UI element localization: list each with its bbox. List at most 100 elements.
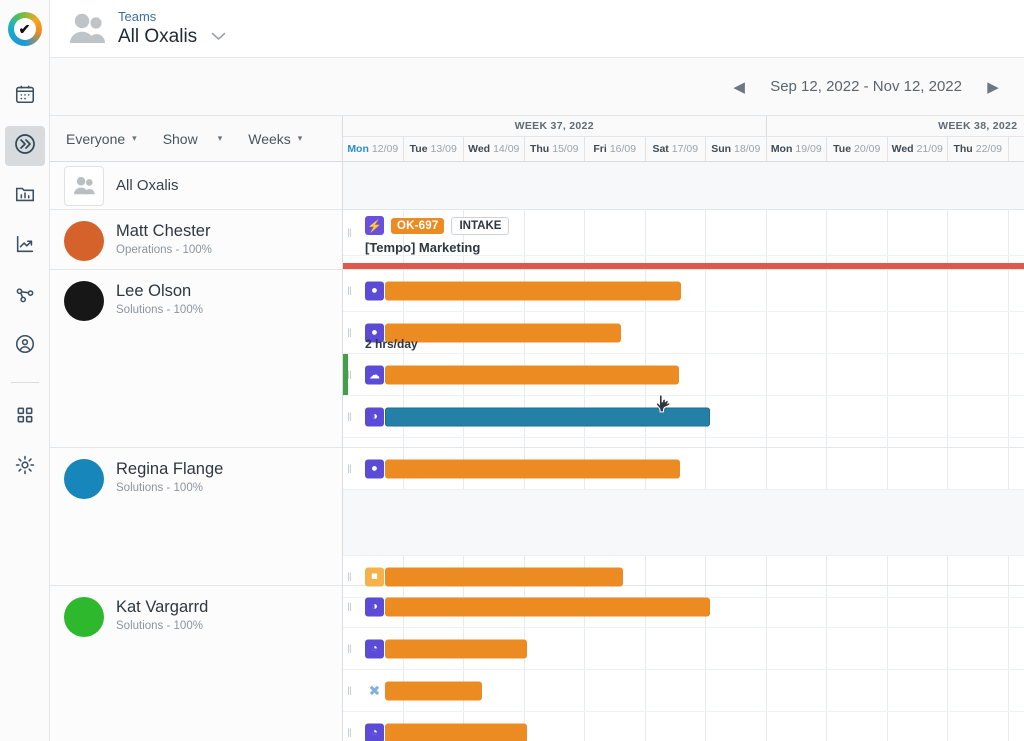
previous-period-button[interactable]: ◀ [726, 74, 752, 100]
task-row[interactable]: ‖ ◔ [343, 712, 1024, 741]
jira-project-icon-icon: ☁ [365, 365, 384, 384]
day-name: Sun [711, 143, 732, 155]
trend-up-icon [14, 233, 36, 260]
planner-body: All Oxalis Matt Chester Operations - 100% L… [50, 162, 1024, 741]
task-row[interactable]: ‖ ✖ [343, 670, 1024, 712]
avatar [64, 281, 104, 321]
day-name: Tue [409, 143, 428, 155]
sidebar-item-apps[interactable] [5, 397, 45, 437]
day-name: Thu [529, 143, 550, 155]
drag-handle-icon[interactable]: ‖ [347, 641, 353, 657]
rail-items [0, 58, 49, 497]
filter-show[interactable]: Show ▾ [163, 131, 223, 147]
next-period-button[interactable]: ▶ [980, 74, 1006, 100]
day-column-header: Fri 16/09 [585, 137, 646, 161]
day-column-header: Thu 15/09 [525, 137, 585, 161]
left-rail: ✔ [0, 0, 50, 741]
timeline-group: ‖ ● ‖ ● 2 hrs/day ‖ ☁ ‖ ◑ [343, 270, 1024, 448]
task-row[interactable]: ‖ ⚡ OK-697 INTAKE [Tempo] Marketing [343, 210, 1024, 256]
day-date: 20/09 [854, 143, 881, 155]
person-info: All Oxalis [116, 175, 179, 196]
drag-handle-icon[interactable]: ‖ [347, 683, 353, 699]
task-bar[interactable] [385, 459, 680, 478]
day-column-header: Mon 12/09 [343, 137, 404, 161]
task-bar-selected[interactable] [385, 407, 710, 426]
breadcrumb[interactable]: Teams [118, 9, 226, 25]
task-bar[interactable] [385, 365, 679, 384]
task-bar[interactable] [385, 639, 527, 658]
day-date: 21/09 [916, 143, 943, 155]
task-row[interactable]: ‖ ● 2 hrs/day [343, 312, 1024, 354]
task-bar[interactable] [385, 323, 621, 342]
sidebar-item-reports[interactable] [5, 176, 45, 216]
sidebar-item-trends[interactable] [5, 226, 45, 266]
task-bar[interactable] [385, 281, 681, 300]
drag-handle-icon[interactable]: ‖ [347, 283, 353, 299]
person-role: Solutions - 100% [116, 304, 203, 316]
timeline-column[interactable]: ‖ ⚡ OK-697 INTAKE [Tempo] Marketing ‖ ● ‖ ● 2 hrs… [343, 162, 1024, 741]
day-date: 19/09 [795, 143, 822, 155]
top-bar: Teams All Oxalis [50, 0, 1024, 58]
drag-handle-icon[interactable]: ‖ [347, 409, 353, 425]
sidebar-item-settings[interactable] [5, 447, 45, 487]
day-date: 18/09 [734, 143, 761, 155]
calendar-icon [14, 83, 36, 110]
issue-key-badge[interactable]: OK-697 [391, 217, 445, 234]
drag-handle-icon[interactable]: ‖ [347, 461, 353, 477]
expanded-task-card[interactable]: ⚡ OK-697 INTAKE [Tempo] Marketing [365, 216, 510, 255]
tempo-check-logo-icon: ✔ [7, 12, 42, 46]
day-date: 12/09 [371, 143, 399, 155]
task-row[interactable]: ‖ ◔ [343, 628, 1024, 670]
sidebar-item-calendar[interactable] [5, 76, 45, 116]
task-bar[interactable] [385, 597, 710, 616]
task-row[interactable]: ‖ ◑ [343, 396, 1024, 438]
person-row[interactable]: All Oxalis [50, 162, 342, 210]
filter-bar: Everyone ▾ Show ▾ Weeks ▾ [50, 116, 343, 161]
person-row[interactable]: Lee Olson Solutions - 100% [50, 270, 342, 448]
filter-everyone[interactable]: Everyone ▾ [66, 131, 137, 147]
person-row[interactable]: Regina Flange Solutions - 100% [50, 448, 342, 586]
timeline-group: ‖ ◑ ‖ ◔ ‖ ✖ ‖ ◔ [343, 586, 1024, 741]
rail-divider [10, 382, 39, 383]
person-name: Regina Flange [116, 460, 224, 478]
date-range-label: Sep 12, 2022 - Nov 12, 2022 [770, 78, 962, 95]
task-row[interactable]: ‖ ☁ [343, 354, 1024, 396]
task-row[interactable]: ‖ ● [343, 448, 1024, 490]
task-bar[interactable] [385, 681, 482, 700]
person-name: Kat Vargarrd [116, 598, 209, 616]
person-row[interactable]: Matt Chester Operations - 100% [50, 210, 342, 270]
status-marker [343, 354, 348, 395]
jira-project-icon-icon: ◔ [365, 723, 384, 741]
task-bar[interactable] [385, 723, 527, 741]
drag-handle-icon[interactable]: ‖ [347, 725, 353, 741]
filter-weeks-label: Weeks [248, 130, 291, 147]
team-group-icon [64, 9, 110, 49]
chevron-down-icon[interactable] [211, 30, 226, 43]
sidebar-item-structure[interactable] [5, 276, 45, 316]
person-row[interactable]: Kat Vargarrd Solutions - 100% [50, 586, 342, 741]
day-column-header: Sat 17/09 [646, 137, 706, 161]
day-column-header: Tue 13/09 [404, 137, 464, 161]
status-badge[interactable]: INTAKE [451, 216, 510, 235]
drag-handle-icon[interactable]: ‖ [347, 599, 353, 615]
app-logo[interactable]: ✔ [0, 0, 50, 58]
jira-project-icon-icon: ■ [365, 567, 384, 586]
person-info: Regina Flange Solutions - 100% [116, 459, 223, 496]
avatar [64, 221, 104, 261]
drag-handle-icon[interactable]: ‖ [347, 569, 353, 585]
task-bar[interactable] [385, 567, 623, 586]
team-heading: Teams All Oxalis [118, 9, 226, 49]
drag-handle-icon[interactable]: ‖ [347, 325, 353, 341]
hours-per-day-label: 2 hrs/day [365, 337, 418, 351]
task-row[interactable]: ‖ ● [343, 270, 1024, 312]
overallocation-indicator [343, 263, 1024, 269]
sidebar-item-planner[interactable] [4, 126, 45, 166]
day-date: 16/09 [609, 143, 637, 155]
user-circle-icon [14, 333, 36, 360]
drag-handle-icon[interactable]: ‖ [347, 225, 353, 241]
sidebar-item-accounts[interactable] [5, 326, 45, 366]
task-row[interactable]: ‖ ◑ [343, 586, 1024, 628]
jira-project-icon-icon: ◔ [365, 639, 384, 658]
main-area: Teams All Oxalis ◀ Sep 12, 2022 - Nov 12… [50, 0, 1024, 741]
filter-weeks[interactable]: Weeks ▾ [248, 131, 302, 147]
